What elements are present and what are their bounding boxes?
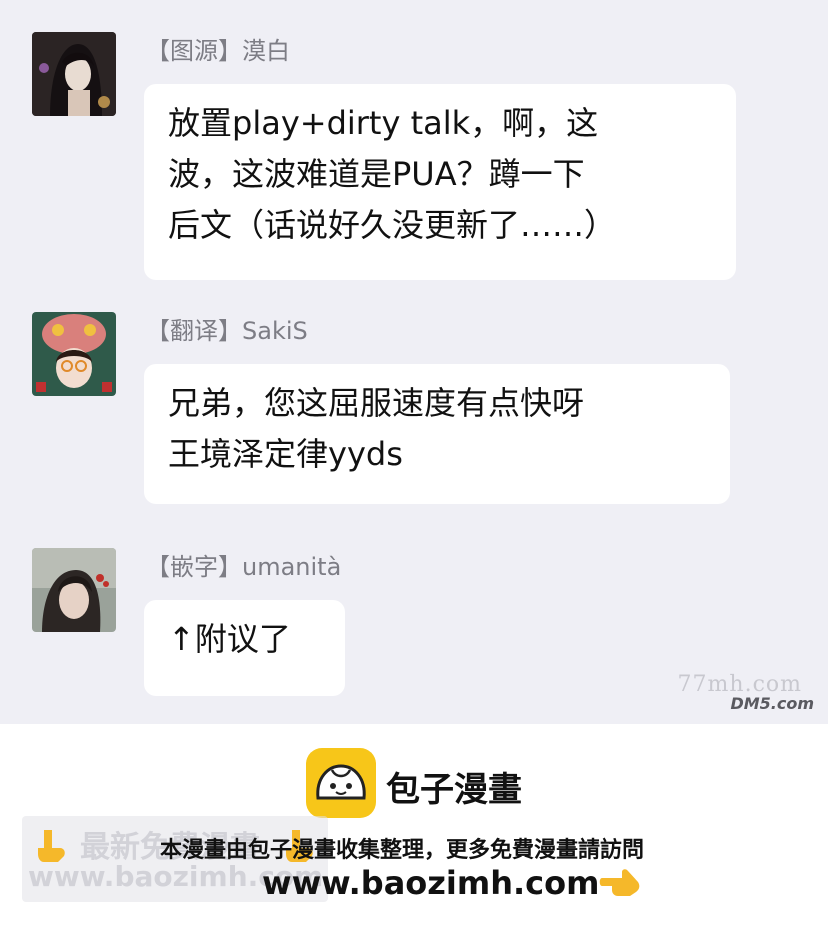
message-bubble: 兄弟，您这屈服速度有点快呀 王境泽定律yyds bbox=[144, 364, 730, 504]
message-bubble: 放置play+dirty talk，啊，这 波，这波难道是PUA？蹲一下 后文（… bbox=[144, 84, 736, 280]
pointing-left-hand-icon bbox=[598, 866, 642, 904]
watermark-dm5: DM5.com bbox=[730, 694, 814, 713]
message-bubble: ↑附议了 bbox=[144, 600, 345, 696]
pointing-down-hand-icon bbox=[34, 826, 68, 868]
bun-logo-icon[interactable] bbox=[306, 748, 376, 818]
avatar-umanita[interactable] bbox=[32, 548, 116, 632]
sender-name: 【翻译】SakiS bbox=[146, 317, 308, 345]
sender-name: 【嵌字】umanità bbox=[146, 553, 342, 581]
notice-text: 本漫畫由包子漫畫收集整理，更多免費漫畫請訪問 bbox=[160, 838, 645, 863]
avatar-sakis[interactable] bbox=[32, 312, 116, 396]
footer-banner: 包子漫畫 最新免費漫畫 www.baozimh.com 本漫畫由包子漫畫收集整理… bbox=[0, 724, 828, 925]
site-link[interactable]: www.baozimh.com bbox=[262, 864, 599, 902]
sender-name: 【图源】漠白 bbox=[146, 37, 290, 65]
brand-name: 包子漫畫 bbox=[386, 770, 522, 810]
avatar-moba[interactable] bbox=[32, 32, 116, 116]
chat-area: 【图源】漠白 放置play+dirty talk，啊，这 波，这波难道是PUA？… bbox=[0, 0, 828, 724]
